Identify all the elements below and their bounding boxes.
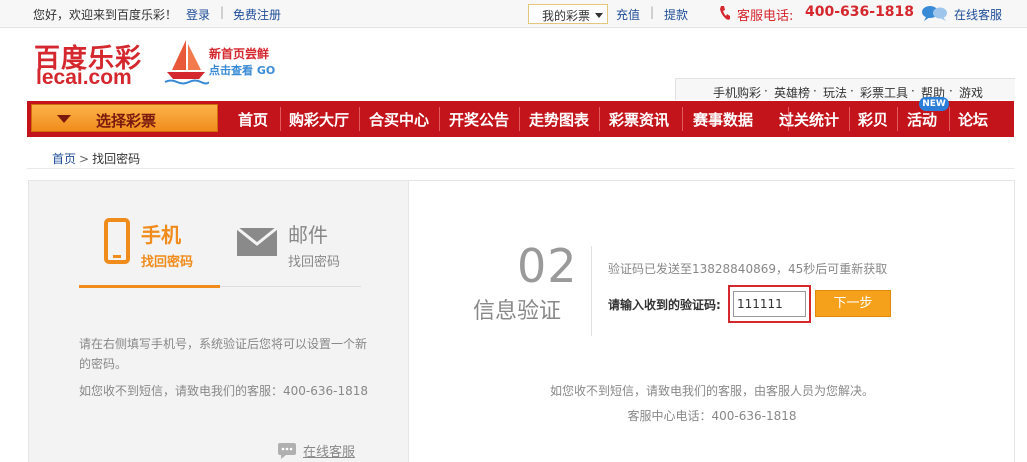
divider — [591, 246, 592, 336]
instruction-text: 请在右侧填写手机号，系统验证后您将可以设置一个新的密码。 — [79, 337, 368, 371]
code-sent-message: 验证码已发送至13828840869，45秒后可重新获取 — [608, 262, 888, 276]
contact-text: 如您收不到短信，请致电我们的客服：400-636-1818 — [79, 384, 369, 398]
nav-divider — [439, 107, 440, 131]
hotline-label: 客服电话: — [737, 9, 794, 24]
help-text: 如您收不到短信，请致电我们的客服，由客服人员为您解决。 — [549, 384, 874, 398]
separator: · — [850, 84, 854, 98]
breadcrumb-current: 找回密码 — [92, 152, 141, 166]
nav-home[interactable]: 首页 — [238, 109, 268, 130]
nav-divider — [599, 107, 600, 131]
service-phone-text: 客服中心电话：400-636-1818 — [627, 409, 797, 423]
nav-divider — [280, 107, 281, 131]
separator: | — [220, 5, 225, 19]
register-link[interactable]: 免费注册 — [233, 6, 281, 23]
next-step-button[interactable]: 下一步 — [815, 290, 891, 317]
tab-phone-subtitle[interactable]: 找回密码 — [141, 251, 193, 270]
nav-forum[interactable]: 论坛 — [958, 109, 988, 130]
logo-domain: lecai.com — [36, 66, 132, 89]
online-service-link[interactable]: 在线客服 — [303, 441, 355, 460]
verification-code-input[interactable] — [733, 291, 806, 317]
hotline-number: 400-636-1818 — [805, 4, 915, 20]
recharge-link[interactable]: 充值 — [616, 6, 640, 23]
separator: · — [911, 84, 915, 98]
divider — [27, 168, 1014, 169]
tab-email-subtitle[interactable]: 找回密码 — [288, 251, 340, 270]
nav-activities[interactable]: 活动 — [907, 109, 937, 130]
code-input-highlight — [728, 285, 811, 323]
nav-match-data[interactable]: 赛事数据 — [693, 109, 753, 130]
subnav-tools[interactable]: 彩票工具 — [860, 84, 908, 101]
main-nav: 选择彩票 首页 购彩大厅 合买中心 开奖公告 走势图表 彩票资讯 赛事数据 过关… — [27, 97, 1014, 137]
withdraw-link[interactable]: 提款 — [664, 6, 688, 23]
code-label: 请输入收到的验证码: — [608, 298, 721, 312]
breadcrumb-home[interactable]: 首页 — [52, 152, 76, 166]
welcome-text: 您好，欢迎来到百度乐彩！ — [33, 8, 178, 22]
my-lottery-dropdown[interactable]: 我的彩票 — [528, 4, 608, 24]
tab-phone-title[interactable]: 手机 — [141, 219, 181, 248]
nav-caibei[interactable]: 彩贝 — [858, 109, 888, 130]
nav-divider — [849, 107, 850, 131]
online-service-link[interactable]: 在线客服 — [954, 6, 1002, 23]
nav-divider — [682, 107, 683, 131]
login-link[interactable]: 登录 — [186, 6, 210, 23]
nav-group-buy[interactable]: 合买中心 — [369, 109, 429, 130]
chevron-down-icon — [595, 13, 603, 18]
subnav-rules[interactable]: 玩法 — [823, 84, 847, 101]
breadcrumb-separator: > — [79, 152, 90, 166]
tab-active-indicator — [79, 285, 220, 288]
subnav-mobile-lottery[interactable]: 手机购彩 — [713, 84, 761, 101]
tab-email-title[interactable]: 邮件 — [288, 219, 328, 248]
caret-down-icon — [57, 115, 71, 123]
chat-icon — [278, 443, 296, 459]
verification-panel: 02 信息验证 验证码已发送至13828840869，45秒后可重新获取 请输入… — [409, 180, 1015, 462]
nav-parlay-stats[interactable]: 过关统计 — [779, 109, 839, 130]
separator: | — [650, 5, 655, 19]
sub-nav: 手机购彩 · 英雄榜 · 玩法 · 彩票工具 · 帮助 · 游戏 — [675, 78, 1015, 100]
sailboat-icon[interactable] — [163, 38, 209, 86]
phone-icon — [720, 6, 730, 20]
nav-trend-charts[interactable]: 走势图表 — [529, 109, 589, 130]
recovery-method-panel: 手机 找回密码 邮件 找回密码 请在右侧填写手机号，系统验证后您将可以设置一个新… — [28, 180, 409, 462]
nav-divider — [359, 107, 360, 131]
nav-divider — [519, 107, 520, 131]
my-lottery-label: 我的彩票 — [542, 9, 591, 23]
nav-lottery-news[interactable]: 彩票资讯 — [609, 109, 669, 130]
envelope-icon[interactable] — [236, 227, 278, 257]
subnav-games[interactable]: 游戏 — [959, 84, 983, 101]
promo-title[interactable]: 新首页尝鲜 — [209, 45, 269, 62]
mobile-phone-icon[interactable] — [104, 218, 130, 264]
nav-divider — [897, 107, 898, 131]
nav-draw-results[interactable]: 开奖公告 — [449, 109, 509, 130]
select-lottery-label: 选择彩票 — [96, 112, 157, 130]
promo-link[interactable]: 点击查看 GO — [209, 62, 275, 78]
chat-bubble-icon — [922, 6, 947, 21]
select-lottery-button[interactable]: 选择彩票 — [31, 104, 218, 132]
breadcrumb: 首页 > 找回密码 — [52, 150, 140, 167]
separator: · — [764, 84, 768, 98]
top-bar: 您好，欢迎来到百度乐彩！ 登录 | 免费注册 我的彩票 充值 | 提款 客服电话… — [0, 0, 1027, 28]
nav-divider — [949, 107, 950, 131]
subnav-heroes[interactable]: 英雄榜 — [774, 84, 810, 101]
nav-lottery-hall[interactable]: 购彩大厅 — [289, 109, 349, 130]
separator: · — [949, 84, 953, 98]
step-title: 信息验证 — [473, 299, 562, 324]
separator: · — [813, 84, 817, 98]
step-number: 02 — [517, 239, 578, 293]
